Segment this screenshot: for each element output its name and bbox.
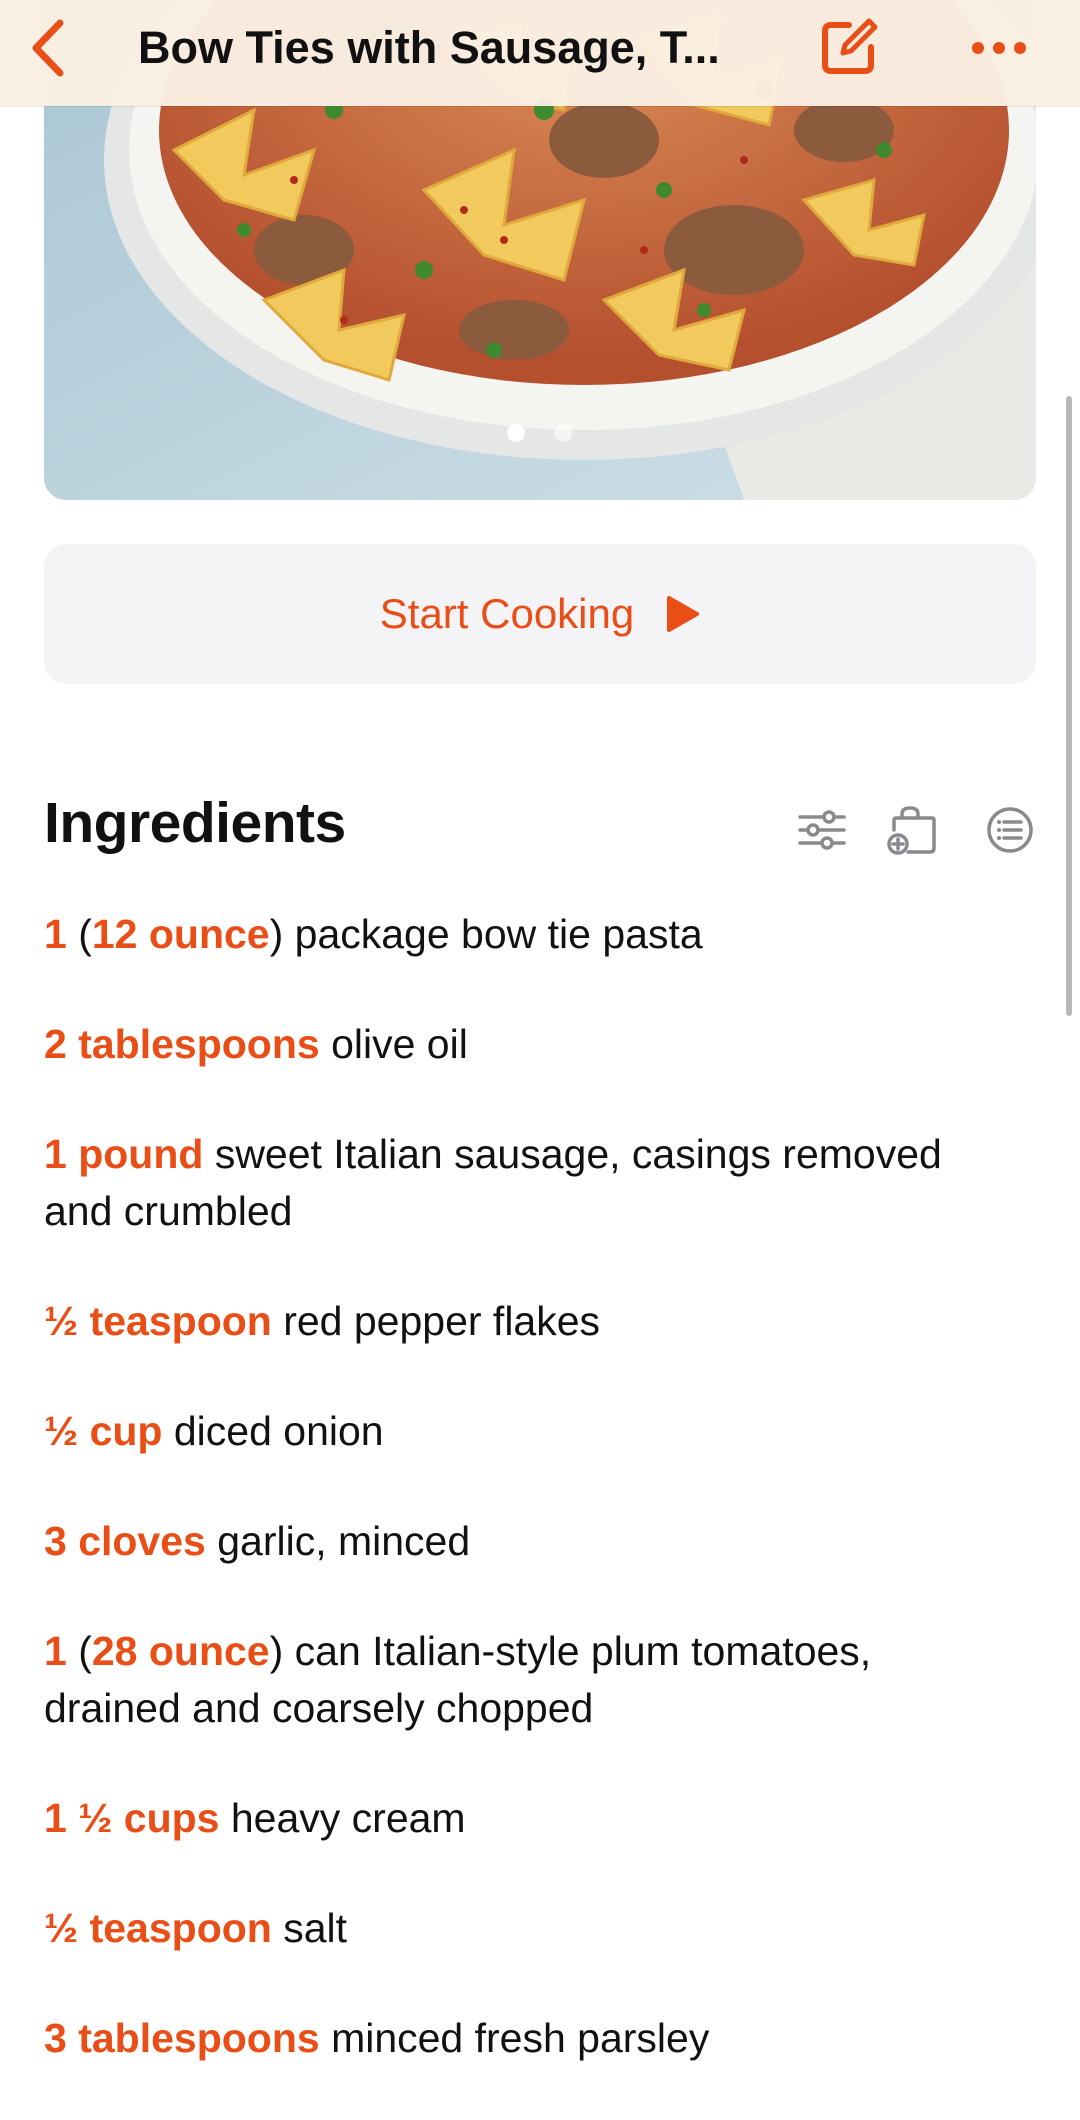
ingredient-item[interactable]: 2 tablespoons olive oil xyxy=(44,1016,1014,1073)
ingredients-heading: Ingredients xyxy=(44,791,346,855)
ingredient-description: olive oil xyxy=(319,1021,468,1067)
ingredient-quantity: 1 xyxy=(44,1628,67,1674)
ingredient-list-options-button[interactable] xyxy=(980,800,1040,860)
ingredient-quantity: 2 tablespoons xyxy=(44,1021,320,1067)
ingredient-quantity: ½ teaspoon xyxy=(44,1298,272,1344)
navigation-bar: Bow Ties with Sausage, T... xyxy=(0,0,1080,106)
ingredient-description: red pepper flakes xyxy=(271,1298,601,1344)
carousel-dot-active xyxy=(507,424,525,442)
more-horizontal-icon xyxy=(972,42,1026,54)
ingredient-list: 1 (12 ounce) package bow tie pasta 2 tabl… xyxy=(44,906,1014,2120)
ingredient-package-size: 12 ounce xyxy=(91,911,270,957)
add-to-bag-icon xyxy=(887,806,936,855)
ingredient-quantity: 1 pound xyxy=(44,1131,204,1177)
ingredient-item[interactable]: ½ teaspoon red pepper flakes xyxy=(44,1293,1014,1350)
ingredient-quantity: 1 ½ cups xyxy=(44,1795,220,1841)
ingredient-description: heavy cream xyxy=(219,1795,466,1841)
list-circle-icon xyxy=(987,807,1033,853)
ingredient-description: diced onion xyxy=(162,1408,384,1454)
adjust-servings-button[interactable] xyxy=(792,800,852,860)
ingredient-quantity: ½ teaspoon xyxy=(44,1905,272,1951)
add-to-groceries-button[interactable] xyxy=(882,800,942,860)
ingredient-item[interactable]: 1 (28 ounce) can Italian-style plum toma… xyxy=(44,1623,1014,1737)
more-button[interactable] xyxy=(966,18,1032,78)
ingredient-description: garlic, minced xyxy=(205,1518,471,1564)
ingredient-quantity: 3 tablespoons xyxy=(44,2015,320,2061)
page-title: Bow Ties with Sausage, T... xyxy=(138,22,720,73)
ingredient-quantity: ½ cup xyxy=(44,1408,163,1454)
ingredient-description: salt xyxy=(271,1905,348,1951)
ingredient-quantity: 1 xyxy=(44,911,67,957)
ingredient-item[interactable]: ½ teaspoon salt xyxy=(44,1900,1014,1957)
ingredient-item[interactable]: ½ cup diced onion xyxy=(44,1403,1014,1460)
sliders-icon xyxy=(798,810,846,850)
ingredient-item[interactable]: 1 ½ cups heavy cream xyxy=(44,1790,1014,1847)
ingredient-description: package bow tie pasta xyxy=(283,911,703,957)
ingredient-item[interactable]: 3 cloves garlic, minced xyxy=(44,1513,1014,1570)
ingredient-item[interactable]: 1 pound sweet Italian sausage, casings r… xyxy=(44,1126,1014,1240)
start-cooking-label: Start Cooking xyxy=(379,590,635,637)
start-cooking-button[interactable]: Start Cooking xyxy=(44,544,1036,684)
ingredient-item[interactable]: 1 (12 ounce) package bow tie pasta xyxy=(44,906,1014,963)
ingredient-description: minced fresh parsley xyxy=(319,2015,710,2061)
ingredient-package-size: 28 ounce xyxy=(91,1628,270,1674)
play-icon xyxy=(667,596,700,632)
back-button[interactable] xyxy=(18,18,78,78)
ingredient-item[interactable]: 3 tablespoons minced fresh parsley xyxy=(44,2010,1014,2067)
ingredient-quantity: 3 cloves xyxy=(44,1518,206,1564)
chevron-left-icon xyxy=(32,19,64,77)
scroll-indicator xyxy=(1066,396,1072,1016)
carousel-dot xyxy=(554,424,572,442)
edit-square-icon xyxy=(822,18,878,74)
edit-button[interactable] xyxy=(816,14,882,80)
